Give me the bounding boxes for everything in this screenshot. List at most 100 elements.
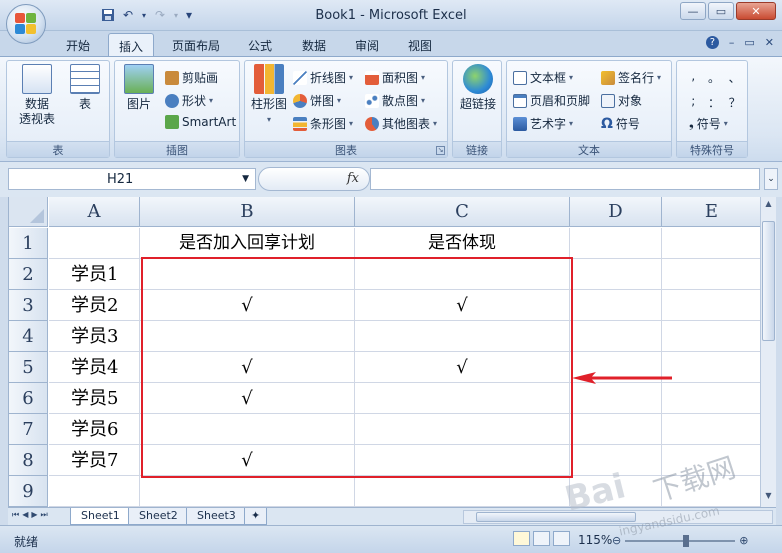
clipart-button[interactable]: 剪贴画	[165, 69, 218, 86]
last-sheet-icon[interactable]: ⏭	[41, 510, 48, 520]
cell-a9[interactable]	[49, 476, 140, 507]
cell-d6[interactable]	[570, 383, 662, 414]
row-header-8[interactable]: 8	[9, 445, 48, 476]
row-header-5[interactable]: 5	[9, 352, 48, 383]
column-header-c[interactable]: C	[355, 197, 570, 227]
tab-data[interactable]: 数据	[292, 33, 336, 56]
symbol-comma[interactable]: ,	[683, 69, 704, 86]
ribbon-restore-button[interactable]: ▭	[744, 36, 754, 49]
shapes-button[interactable]: 形状 ▾	[165, 92, 213, 109]
cell-e9[interactable]	[662, 476, 760, 507]
special-symbol-button[interactable]: ❟ 符号 ▾	[689, 115, 728, 132]
formula-input[interactable]	[370, 168, 760, 190]
cell-c9[interactable]	[355, 476, 570, 507]
cell-b7[interactable]	[140, 414, 355, 445]
horizontal-scroll-thumb[interactable]	[476, 512, 636, 522]
cell-a8[interactable]: 学员7	[49, 445, 140, 476]
cell-d4[interactable]	[570, 321, 662, 352]
cell-e7[interactable]	[662, 414, 760, 445]
cell-c4[interactable]	[355, 321, 570, 352]
cell-b4[interactable]	[140, 321, 355, 352]
cell-b5[interactable]: √	[140, 352, 355, 383]
cell-d2[interactable]	[570, 259, 662, 290]
signature-line-button[interactable]: 签名行 ▾	[601, 69, 661, 86]
scroll-down-icon[interactable]: ▼	[762, 491, 775, 505]
hyperlink-button[interactable]: 超链接	[457, 64, 499, 112]
cell-b6[interactable]: √	[140, 383, 355, 414]
cell-a4[interactable]: 学员3	[49, 321, 140, 352]
cell-d3[interactable]	[570, 290, 662, 321]
tab-formulas[interactable]: 公式	[238, 33, 282, 56]
row-header-9[interactable]: 9	[9, 476, 48, 507]
page-break-view-button[interactable]	[553, 531, 570, 546]
cell-c8[interactable]	[355, 445, 570, 476]
cell-a2[interactable]: 学员1	[49, 259, 140, 290]
symbol-dunhao[interactable]: 、	[724, 69, 745, 86]
ribbon-close-button[interactable]: ✕	[765, 36, 774, 49]
row-header-4[interactable]: 4	[9, 321, 48, 352]
row-header-7[interactable]: 7	[9, 414, 48, 445]
insert-sheet-button[interactable]: ✦	[244, 508, 268, 525]
wordart-button[interactable]: 艺术字 ▾	[513, 115, 573, 132]
bar-chart-button[interactable]: 条形图 ▾	[293, 115, 353, 132]
symbol-semicolon[interactable]: ;	[683, 94, 704, 111]
zoom-slider-knob[interactable]	[683, 534, 690, 547]
row-header-6[interactable]: 6	[9, 383, 48, 414]
other-charts-button[interactable]: 其他图表 ▾	[365, 115, 437, 132]
row-header-2[interactable]: 2	[9, 259, 48, 290]
fx-icon[interactable]: fx	[347, 171, 359, 186]
cell-a5[interactable]: 学员4	[49, 352, 140, 383]
select-all-button[interactable]	[9, 197, 48, 227]
column-chart-button[interactable]: 柱形图 ▾	[249, 64, 289, 127]
zoom-in-icon[interactable]: ⊕	[739, 534, 748, 547]
cell-e4[interactable]	[662, 321, 760, 352]
close-button[interactable]: ✕	[736, 2, 776, 20]
cell-b2[interactable]	[140, 259, 355, 290]
expand-formula-bar-icon[interactable]: ⌄	[764, 168, 778, 190]
cell-c6[interactable]	[355, 383, 570, 414]
row-header-1[interactable]: 1	[9, 228, 48, 259]
sheet-tab-1[interactable]: Sheet1	[70, 508, 131, 525]
sheet-tab-2[interactable]: Sheet2	[128, 508, 189, 525]
table-button[interactable]: 表	[65, 64, 105, 112]
prev-sheet-icon[interactable]: ◀	[22, 510, 28, 520]
next-sheet-icon[interactable]: ▶	[31, 510, 37, 520]
header-footer-button[interactable]: 页眉和页脚	[513, 92, 590, 109]
minimize-button[interactable]: —	[680, 2, 706, 20]
cell-d8[interactable]	[570, 445, 662, 476]
scatter-chart-button[interactable]: 散点图 ▾	[365, 92, 425, 109]
cell-c5[interactable]: √	[355, 352, 570, 383]
zoom-out-icon[interactable]: ⊖	[612, 534, 621, 547]
help-icon[interactable]: ?	[705, 36, 719, 49]
vertical-scrollbar[interactable]: ▲ ▼	[760, 197, 776, 507]
first-sheet-icon[interactable]: ⏮	[12, 510, 19, 520]
charts-dialog-launcher-icon[interactable]: ↘	[436, 146, 445, 155]
object-button[interactable]: 对象	[601, 92, 642, 109]
cell-d7[interactable]	[570, 414, 662, 445]
column-header-d[interactable]: D	[570, 197, 662, 227]
cell-c2[interactable]	[355, 259, 570, 290]
cell-e1[interactable]	[662, 228, 760, 259]
tab-view[interactable]: 视图	[398, 33, 442, 56]
cell-e6[interactable]	[662, 383, 760, 414]
cell-a3[interactable]: 学员2	[49, 290, 140, 321]
line-chart-button[interactable]: 折线图 ▾	[293, 69, 353, 86]
cell-e5[interactable]	[662, 352, 760, 383]
cell-e8[interactable]	[662, 445, 760, 476]
tab-insert[interactable]: 插入	[108, 33, 155, 56]
horizontal-scrollbar[interactable]	[463, 510, 773, 524]
picture-button[interactable]: 图片	[121, 64, 157, 112]
ribbon-minimize-button[interactable]: –	[729, 36, 735, 49]
cell-d1[interactable]	[570, 228, 662, 259]
cell-e3[interactable]	[662, 290, 760, 321]
cell-c3[interactable]: √	[355, 290, 570, 321]
normal-view-button[interactable]	[513, 531, 530, 546]
symbol-question[interactable]: ？	[724, 94, 745, 111]
column-header-a[interactable]: A	[49, 197, 140, 227]
office-button[interactable]	[6, 4, 46, 44]
cell-a7[interactable]: 学员6	[49, 414, 140, 445]
cell-c7[interactable]	[355, 414, 570, 445]
cell-a1[interactable]	[49, 228, 140, 259]
symbol-period[interactable]: 。	[704, 69, 725, 86]
smartart-button[interactable]: SmartArt	[165, 115, 236, 129]
